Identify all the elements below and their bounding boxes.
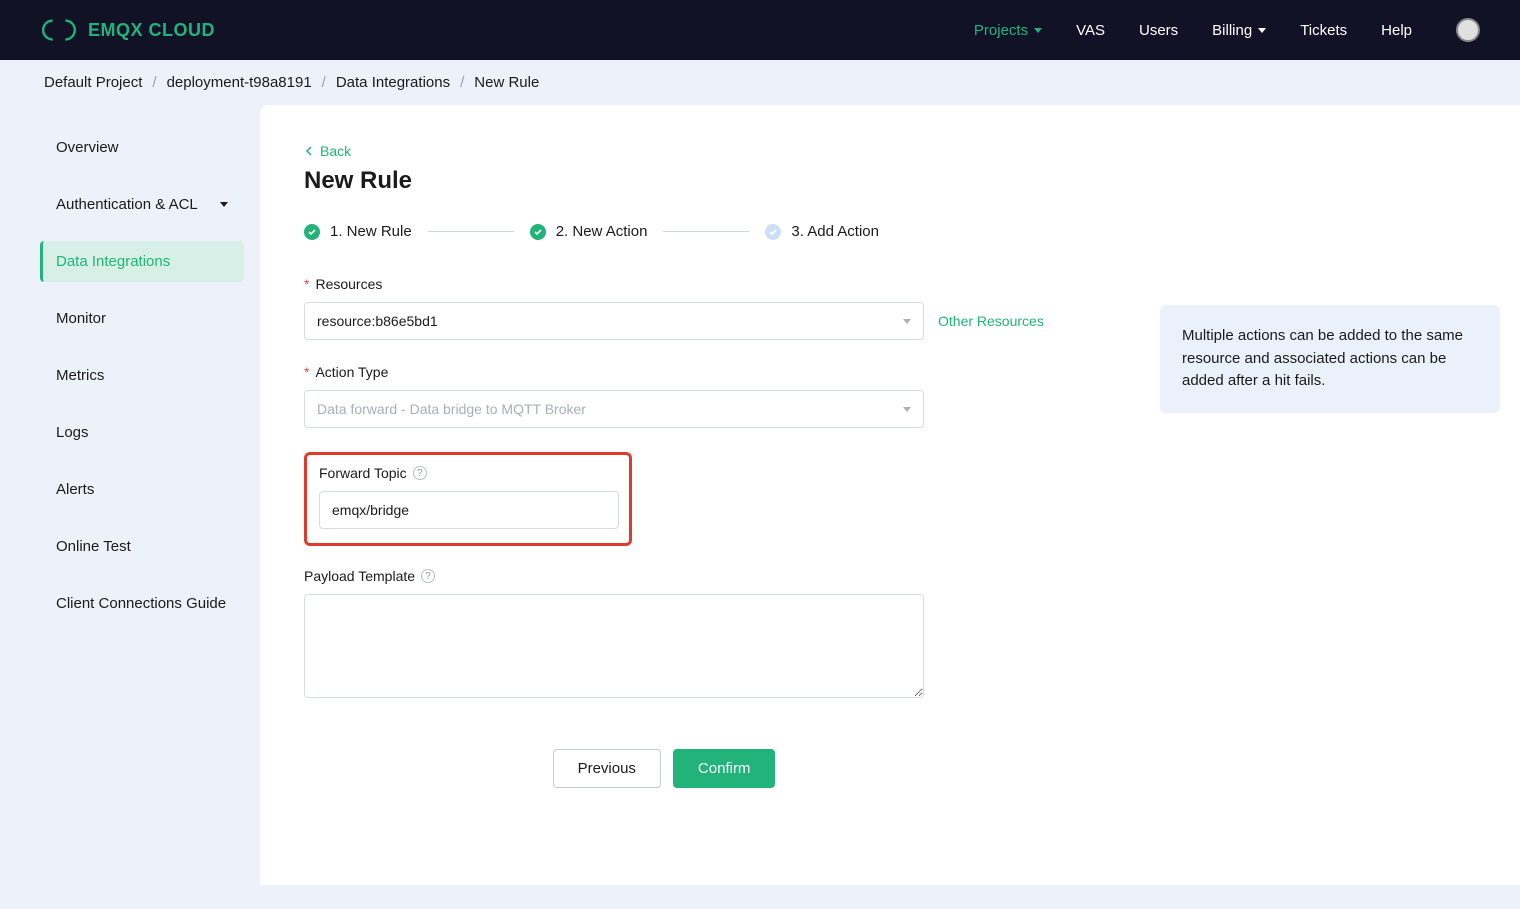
- step-2: 2. New Action: [530, 223, 648, 240]
- nav-projects[interactable]: Projects: [974, 22, 1042, 39]
- top-bar: EMQX CLOUD Projects VAS Users Billing Ti…: [0, 0, 1520, 60]
- forward-topic-highlight: Forward Topic ?: [304, 452, 632, 546]
- sidebar: Overview Authentication & ACL Data Integ…: [0, 105, 260, 885]
- check-icon: [304, 224, 320, 240]
- page-title: New Rule: [304, 167, 1476, 195]
- breadcrumb-item[interactable]: deployment-t98a8191: [167, 74, 312, 91]
- sidebar-item-logs[interactable]: Logs: [40, 412, 244, 453]
- sidebar-item-monitor[interactable]: Monitor: [40, 298, 244, 339]
- forward-topic-input[interactable]: [319, 491, 619, 529]
- step-indicator: 1. New Rule 2. New Action 3. Add Action: [304, 223, 1476, 240]
- nav-tickets[interactable]: Tickets: [1300, 22, 1347, 39]
- top-nav: Projects VAS Users Billing Tickets Help: [974, 18, 1480, 42]
- sidebar-item-alerts[interactable]: Alerts: [40, 469, 244, 510]
- sidebar-item-auth-acl[interactable]: Authentication & ACL: [40, 184, 244, 225]
- forward-topic-label: Forward Topic ?: [319, 465, 617, 481]
- breadcrumb-item[interactable]: Default Project: [44, 74, 142, 91]
- resources-label: *Resources: [304, 276, 1024, 292]
- sidebar-item-online-test[interactable]: Online Test: [40, 526, 244, 567]
- check-icon: [530, 224, 546, 240]
- nav-billing[interactable]: Billing: [1212, 22, 1266, 39]
- payload-template-textarea[interactable]: [304, 594, 924, 698]
- resources-select[interactable]: resource:b86e5bd1: [304, 302, 924, 340]
- main-panel: Back New Rule 1. New Rule 2. New Action …: [260, 105, 1520, 885]
- breadcrumb-item[interactable]: Data Integrations: [336, 74, 450, 91]
- sidebar-item-client-connections[interactable]: Client Connections Guide: [40, 583, 244, 624]
- step-1: 1. New Rule: [304, 223, 412, 240]
- brand-logo[interactable]: EMQX CLOUD: [40, 17, 215, 43]
- help-icon[interactable]: ?: [421, 569, 435, 583]
- chevron-down-icon: [1034, 28, 1042, 33]
- payload-template-label: Payload Template ?: [304, 568, 1024, 584]
- chevron-down-icon: [1258, 28, 1266, 33]
- chevron-left-icon: [304, 146, 314, 156]
- confirm-button[interactable]: Confirm: [673, 749, 776, 788]
- breadcrumb: Default Project / deployment-t98a8191 / …: [0, 60, 1520, 105]
- back-link[interactable]: Back: [304, 143, 351, 159]
- chevron-down-icon: [220, 202, 228, 207]
- sidebar-item-overview[interactable]: Overview: [40, 127, 244, 168]
- action-type-select[interactable]: Data forward - Data bridge to MQTT Broke…: [304, 390, 924, 428]
- breadcrumb-item[interactable]: New Rule: [474, 74, 539, 91]
- chevron-down-icon: [903, 407, 911, 412]
- check-icon: [765, 224, 781, 240]
- step-3: 3. Add Action: [765, 223, 879, 240]
- sidebar-item-metrics[interactable]: Metrics: [40, 355, 244, 396]
- other-resources-link[interactable]: Other Resources: [938, 313, 1044, 329]
- info-panel: Multiple actions can be added to the sam…: [1160, 305, 1500, 413]
- action-type-label: *Action Type: [304, 364, 1024, 380]
- nav-users[interactable]: Users: [1139, 22, 1178, 39]
- emqx-logo-icon: [40, 17, 78, 43]
- avatar[interactable]: [1456, 18, 1480, 42]
- nav-help[interactable]: Help: [1381, 22, 1412, 39]
- help-icon[interactable]: ?: [413, 466, 427, 480]
- previous-button[interactable]: Previous: [553, 749, 661, 788]
- sidebar-item-data-integrations[interactable]: Data Integrations: [40, 241, 244, 282]
- nav-vas[interactable]: VAS: [1076, 22, 1105, 39]
- chevron-down-icon: [903, 319, 911, 324]
- brand-text: EMQX CLOUD: [88, 20, 215, 41]
